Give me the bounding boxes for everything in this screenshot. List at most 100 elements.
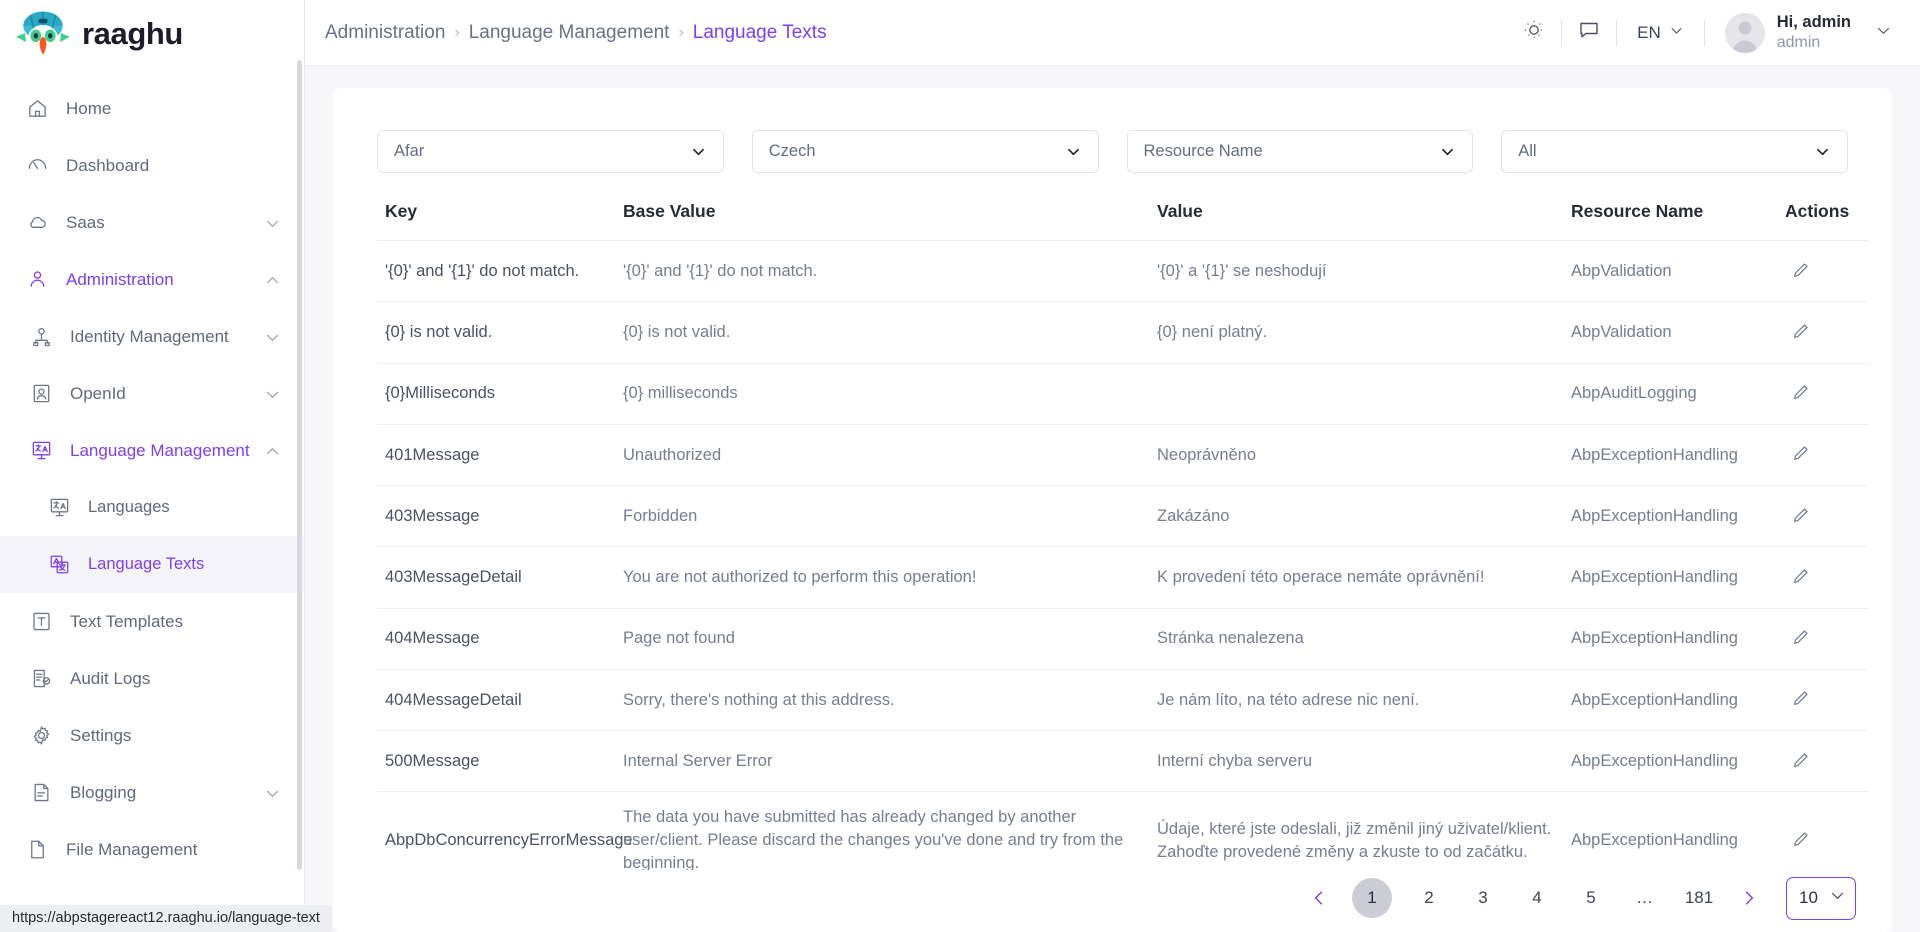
pencil-icon[interactable]: [1785, 623, 1815, 653]
sidebar-item-label: Identity Management: [70, 326, 229, 346]
cell-base-value: You are not authorized to perform this o…: [615, 546, 1149, 609]
page-size-select[interactable]: 10: [1786, 876, 1856, 920]
pencil-icon[interactable]: [1785, 316, 1815, 346]
identity-icon: [28, 324, 54, 350]
sidebar-item-label: Language Management: [70, 440, 250, 460]
sidebar-item-label: OpenId: [70, 383, 126, 403]
brand[interactable]: raaghu: [0, 0, 304, 68]
sidebar-item-language-texts[interactable]: Language Texts: [0, 536, 304, 593]
sidebar-item-text-templates[interactable]: Text Templates: [0, 593, 304, 650]
audit-log-icon: [28, 666, 54, 692]
table-body: '{0}' and '{1}' do not match. '{0}' and '…: [377, 240, 1869, 870]
sidebar-item-administration[interactable]: Administration: [0, 251, 304, 308]
pencil-icon[interactable]: [1785, 561, 1815, 591]
chevron-down-icon[interactable]: [264, 386, 280, 402]
cell-value: Neoprávněno: [1149, 424, 1563, 487]
cell-resource-name: AbpValidation: [1563, 301, 1777, 364]
pencil-icon[interactable]: [1785, 500, 1815, 530]
sidebar-item-dashboard[interactable]: Dashboard: [0, 137, 304, 194]
cell-base-value: Unauthorized: [615, 424, 1149, 487]
cell-key: 404Message: [377, 608, 615, 670]
chevron-down-icon: [1669, 23, 1684, 43]
pencil-icon[interactable]: [1785, 255, 1815, 285]
sidebar-item-file-management[interactable]: File Management: [0, 821, 304, 878]
sidebar-item-identity-management[interactable]: Identity Management: [0, 308, 304, 365]
pagination-page-1[interactable]: 1: [1352, 878, 1392, 918]
cell-key: {0}Milliseconds: [377, 363, 615, 425]
cell-base-value: Internal Server Error: [615, 730, 1149, 793]
cell-key: {0} is not valid.: [377, 301, 615, 364]
cell-resource-name: AbpValidation: [1563, 240, 1777, 303]
chevron-down-icon[interactable]: [264, 215, 280, 231]
file-icon: [24, 837, 50, 863]
content-region: Afar Czech Resource Name All Key Base Value V…: [305, 66, 1920, 932]
language-selector[interactable]: EN: [1617, 23, 1704, 43]
pencil-icon[interactable]: [1785, 824, 1815, 854]
sidebar-item-label: Administration: [66, 269, 174, 289]
sidebar-item-home[interactable]: Home: [0, 80, 304, 137]
chevron-down-icon[interactable]: [264, 785, 280, 801]
sidebar-scrollbar[interactable]: [297, 60, 302, 870]
chevron-up-icon[interactable]: [264, 443, 280, 459]
cell-base-value: Page not found: [615, 608, 1149, 670]
cloud-icon: [24, 210, 50, 236]
cell-key: 404MessageDetail: [377, 669, 615, 732]
chevron-up-icon[interactable]: [264, 272, 280, 288]
table-row: 401Message Unauthorized Neoprávněno AbpExce…: [377, 424, 1869, 487]
pagination-prev-button[interactable]: [1302, 881, 1336, 915]
top-bar: Administration › Language Management › Langu…: [305, 0, 1920, 66]
column-header-actions: Actions: [1777, 195, 1869, 241]
sidebar-item-label: Settings: [70, 725, 132, 745]
pagination-page-5[interactable]: 5: [1574, 881, 1608, 915]
cell-key: 401Message: [377, 424, 615, 487]
table-row: {0} is not valid. {0} is not valid. {0} ne…: [377, 301, 1869, 364]
chat-button[interactable]: [1562, 13, 1616, 53]
sidebar-item-language-management[interactable]: Language Management: [0, 422, 304, 479]
cell-value: [1149, 363, 1563, 425]
status-select[interactable]: All: [1501, 130, 1848, 173]
cell-base-value: {0} milliseconds: [615, 363, 1149, 425]
pagination-next-button[interactable]: [1732, 881, 1766, 915]
cell-actions: [1777, 240, 1869, 303]
cell-value: Údaje, které jste odeslali, již změnil j…: [1149, 791, 1563, 870]
theme-toggle-button[interactable]: [1507, 13, 1561, 53]
breadcrumb-item-language-management[interactable]: Language Management: [469, 22, 670, 44]
sidebar: raaghu Home Dashboard Saas Administration Id…: [0, 0, 305, 932]
chevron-down-icon: [1829, 887, 1846, 909]
pagination-page-4[interactable]: 4: [1520, 881, 1554, 915]
sidebar-item-label: Blogging: [70, 782, 137, 802]
pencil-icon[interactable]: [1785, 439, 1815, 469]
language-texts-card: Afar Czech Resource Name All Key Base Value V…: [333, 88, 1892, 932]
profile-menu[interactable]: Hi, admin admin: [1705, 12, 1892, 53]
sidebar-item-audit-logs[interactable]: Audit Logs: [0, 650, 304, 707]
cell-base-value: Sorry, there's nothing at this address.: [615, 669, 1149, 732]
cell-actions: [1777, 485, 1869, 548]
pagination-page-3[interactable]: 3: [1466, 881, 1500, 915]
pencil-icon[interactable]: [1785, 378, 1815, 408]
pagination-page-2[interactable]: 2: [1412, 881, 1446, 915]
breadcrumb-separator: ›: [678, 23, 684, 41]
cell-resource-name: AbpExceptionHandling: [1563, 730, 1777, 793]
pagination-page-181[interactable]: 181: [1682, 881, 1716, 915]
pencil-icon[interactable]: [1785, 745, 1815, 775]
sidebar-item-label: Dashboard: [66, 155, 150, 175]
pencil-icon[interactable]: [1785, 684, 1815, 714]
home-icon: [24, 96, 50, 122]
cell-actions: [1777, 791, 1869, 870]
sidebar-item-saas[interactable]: Saas: [0, 194, 304, 251]
chevron-down-icon: [690, 143, 707, 160]
chevron-down-icon[interactable]: [264, 329, 280, 345]
cell-resource-name: AbpExceptionHandling: [1563, 424, 1777, 487]
table-row: 404Message Page not found Stránka nenaleze…: [377, 608, 1869, 670]
sidebar-item-blogging[interactable]: Blogging: [0, 764, 304, 821]
cell-resource-name: AbpExceptionHandling: [1563, 669, 1777, 732]
sidebar-item-languages[interactable]: Languages: [0, 479, 304, 536]
sidebar-item-settings[interactable]: Settings: [0, 707, 304, 764]
breadcrumb-item-language-texts[interactable]: Language Texts: [693, 22, 827, 44]
breadcrumb-item-administration[interactable]: Administration: [325, 22, 445, 44]
resource-name-select[interactable]: Resource Name: [1126, 130, 1474, 173]
sidebar-item-openid[interactable]: OpenId: [0, 365, 304, 422]
cell-base-value: {0} is not valid.: [615, 301, 1149, 364]
source-language-select[interactable]: Afar: [377, 130, 724, 173]
target-language-select[interactable]: Czech: [751, 130, 1099, 173]
